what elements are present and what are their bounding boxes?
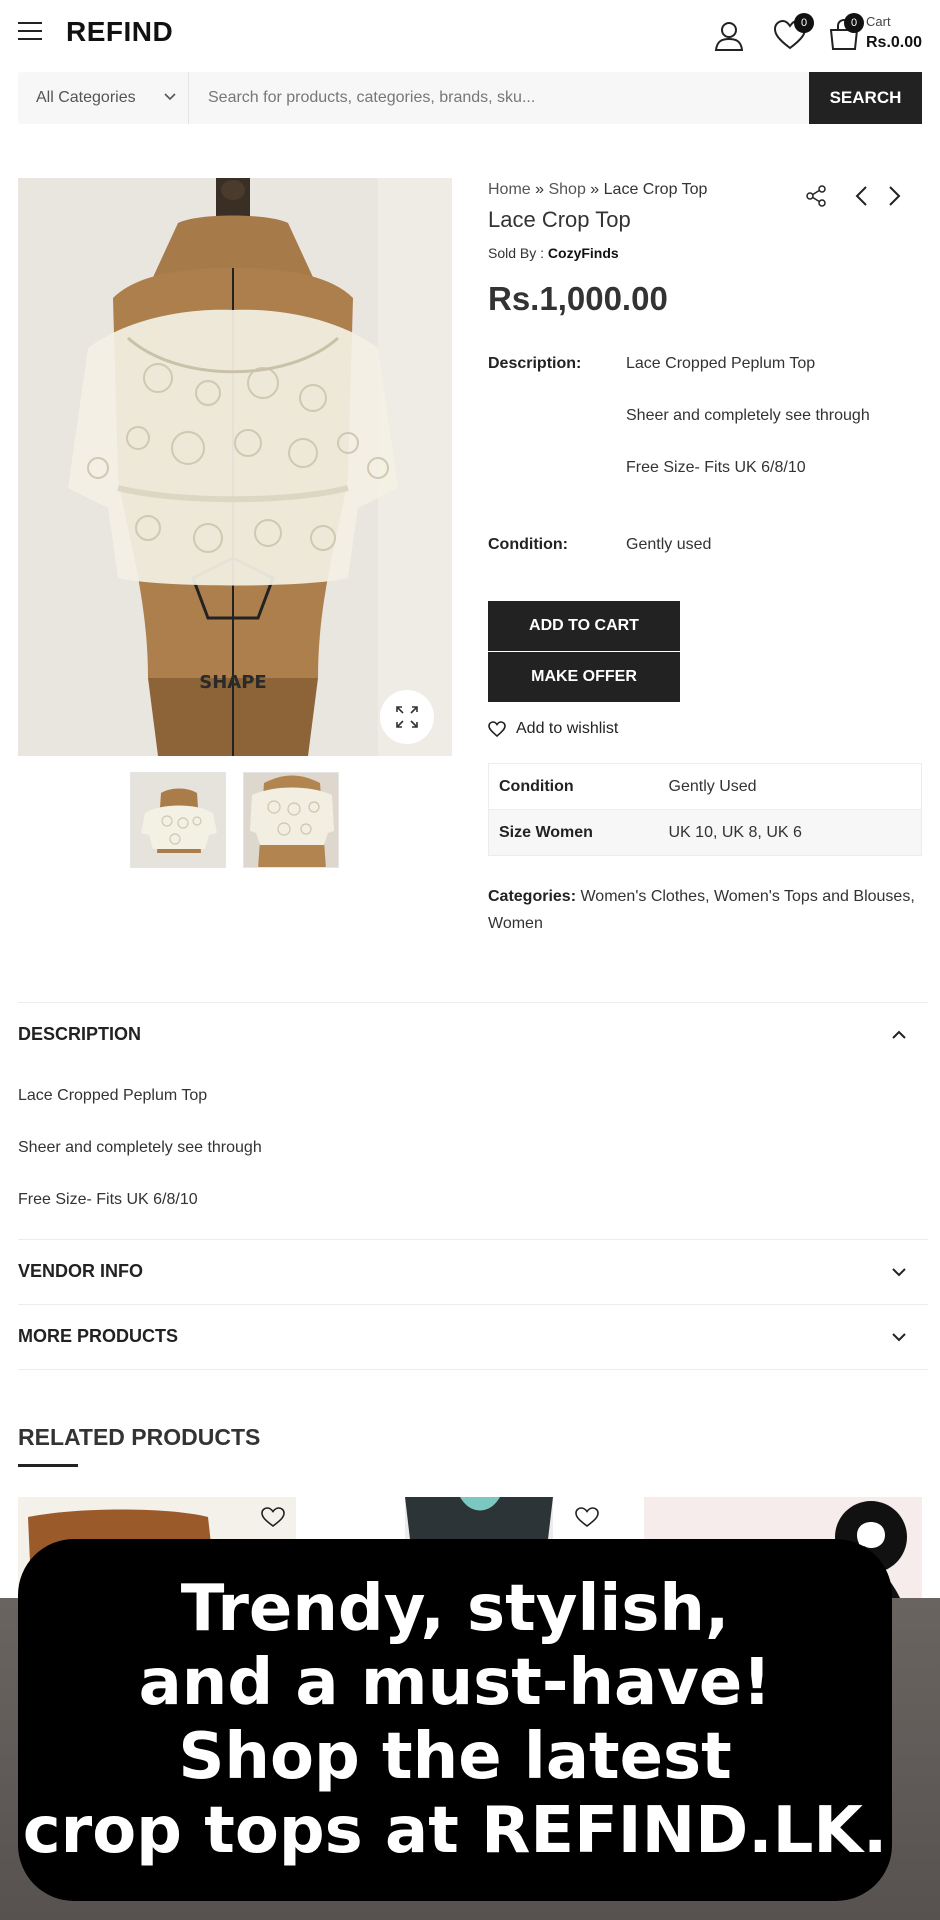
category-link[interactable]: Women: [488, 915, 543, 932]
accordion-vendor-title[interactable]: VENDOR INFO: [18, 1261, 143, 1282]
condition-label: Condition:: [488, 536, 568, 553]
promo-caption-line: crop tops at REFIND.LK.: [22, 1794, 888, 1868]
search-input[interactable]: [208, 82, 808, 114]
attribute-key: Condition: [488, 763, 659, 810]
accordion-description-line: Sheer and completely see through: [18, 1139, 262, 1156]
divider: [18, 1002, 928, 1003]
related-products-title: RELATED PRODUCTS: [18, 1424, 261, 1450]
add-to-wishlist-label: Add to wishlist: [516, 720, 619, 737]
divider: [18, 1304, 928, 1305]
promo-caption-line: and a must-have!: [138, 1646, 772, 1720]
table-row: Condition Gently Used: [488, 763, 922, 810]
site-logo[interactable]: REFIND: [66, 16, 173, 48]
svg-text:SHAPE: SHAPE: [199, 672, 266, 693]
cart-total[interactable]: Rs.0.00: [866, 34, 922, 52]
sold-by-label: Sold By :: [488, 245, 548, 261]
breadcrumb-home[interactable]: Home: [488, 181, 531, 198]
breadcrumb: Home » Shop » Lace Crop Top: [488, 181, 707, 199]
promo-caption-line: Trendy, stylish,: [180, 1572, 730, 1646]
category-select-value: All Categories: [36, 89, 136, 106]
site-header: REFIND 0 0 Cart Rs.0.00: [0, 0, 940, 68]
cart-label[interactable]: Cart: [866, 14, 891, 29]
add-to-cart-button[interactable]: ADD TO CART: [488, 601, 680, 651]
expand-icon: [396, 706, 418, 728]
attribute-value: Gently Used: [658, 763, 922, 810]
chevron-left-icon[interactable]: [852, 184, 872, 208]
search-button[interactable]: SEARCH: [809, 72, 922, 124]
attribute-value: UK 10, UK 8, UK 6: [658, 809, 922, 856]
share-icon[interactable]: [804, 184, 828, 208]
accordion-description-line: Lace Cropped Peplum Top: [18, 1087, 208, 1104]
product-price: Rs.1,000.00: [488, 280, 668, 317]
promo-caption-text: Trendy, stylish, and a must-have! Shop t…: [23, 1572, 888, 1868]
description-line: Lace Cropped Peplum Top: [626, 355, 816, 372]
attribute-key: Size Women: [488, 809, 659, 856]
chevron-right-icon[interactable]: [884, 184, 904, 208]
categories-label: Categories:: [488, 888, 577, 905]
heart-icon: [488, 721, 506, 737]
menu-icon[interactable]: [18, 22, 42, 42]
chevron-down-icon[interactable]: [890, 1328, 908, 1346]
wishlist-heart-icon[interactable]: [574, 1505, 600, 1529]
sold-by: Sold By : CozyFinds: [488, 245, 619, 261]
product-title: Lace Crop Top: [488, 207, 631, 232]
product-main-image[interactable]: SHAPE: [18, 178, 452, 756]
accordion-more-products-title[interactable]: MORE PRODUCTS: [18, 1326, 178, 1347]
add-to-wishlist-link[interactable]: Add to wishlist: [488, 720, 618, 738]
divider: [18, 1239, 928, 1240]
accordion-description-line: Free Size- Fits UK 6/8/10: [18, 1191, 198, 1208]
breadcrumb-separator: »: [585, 181, 604, 198]
promo-caption-line: Shop the latest: [178, 1720, 732, 1794]
description-line: Free Size- Fits UK 6/8/10: [626, 459, 806, 476]
product-thumbnail-1[interactable]: [130, 772, 226, 868]
title-underline: [18, 1464, 78, 1467]
description-label: Description:: [488, 355, 582, 372]
category-link[interactable]: Women's Clothes: [580, 888, 705, 905]
breadcrumb-current: Lace Crop Top: [603, 181, 708, 198]
promo-caption-overlay: Trendy, stylish, and a must-have! Shop t…: [18, 1539, 892, 1901]
accordion-description-title[interactable]: DESCRIPTION: [18, 1024, 141, 1045]
category-link[interactable]: Women's Tops and Blouses: [714, 888, 910, 905]
chevron-down-icon[interactable]: [890, 1263, 908, 1281]
chevron-down-icon[interactable]: [163, 89, 177, 103]
product-categories: Categories: Women's Clothes, Women's Top…: [488, 888, 915, 932]
table-row: Size Women UK 10, UK 8, UK 6: [488, 809, 922, 856]
search-divider: [188, 72, 189, 124]
chevron-up-icon[interactable]: [890, 1026, 908, 1044]
wishlist-count-badge: 0: [794, 13, 814, 33]
search-bar: All Categories SEARCH: [18, 72, 922, 124]
zoom-button[interactable]: [380, 690, 434, 744]
make-offer-button[interactable]: MAKE OFFER: [488, 652, 680, 702]
product-attributes-table: Condition Gently Used Size Women UK 10, …: [488, 763, 922, 856]
condition-value: Gently used: [626, 536, 712, 553]
breadcrumb-shop[interactable]: Shop: [548, 181, 585, 198]
cart-count-badge: 0: [844, 13, 864, 33]
divider: [18, 1369, 928, 1370]
product-thumbnail-2[interactable]: [243, 772, 339, 868]
description-line: Sheer and completely see through: [626, 407, 870, 424]
breadcrumb-separator: »: [530, 181, 549, 198]
wishlist-heart-icon[interactable]: [260, 1505, 286, 1529]
vendor-link[interactable]: CozyFinds: [548, 245, 619, 261]
account-icon[interactable]: [712, 18, 746, 52]
